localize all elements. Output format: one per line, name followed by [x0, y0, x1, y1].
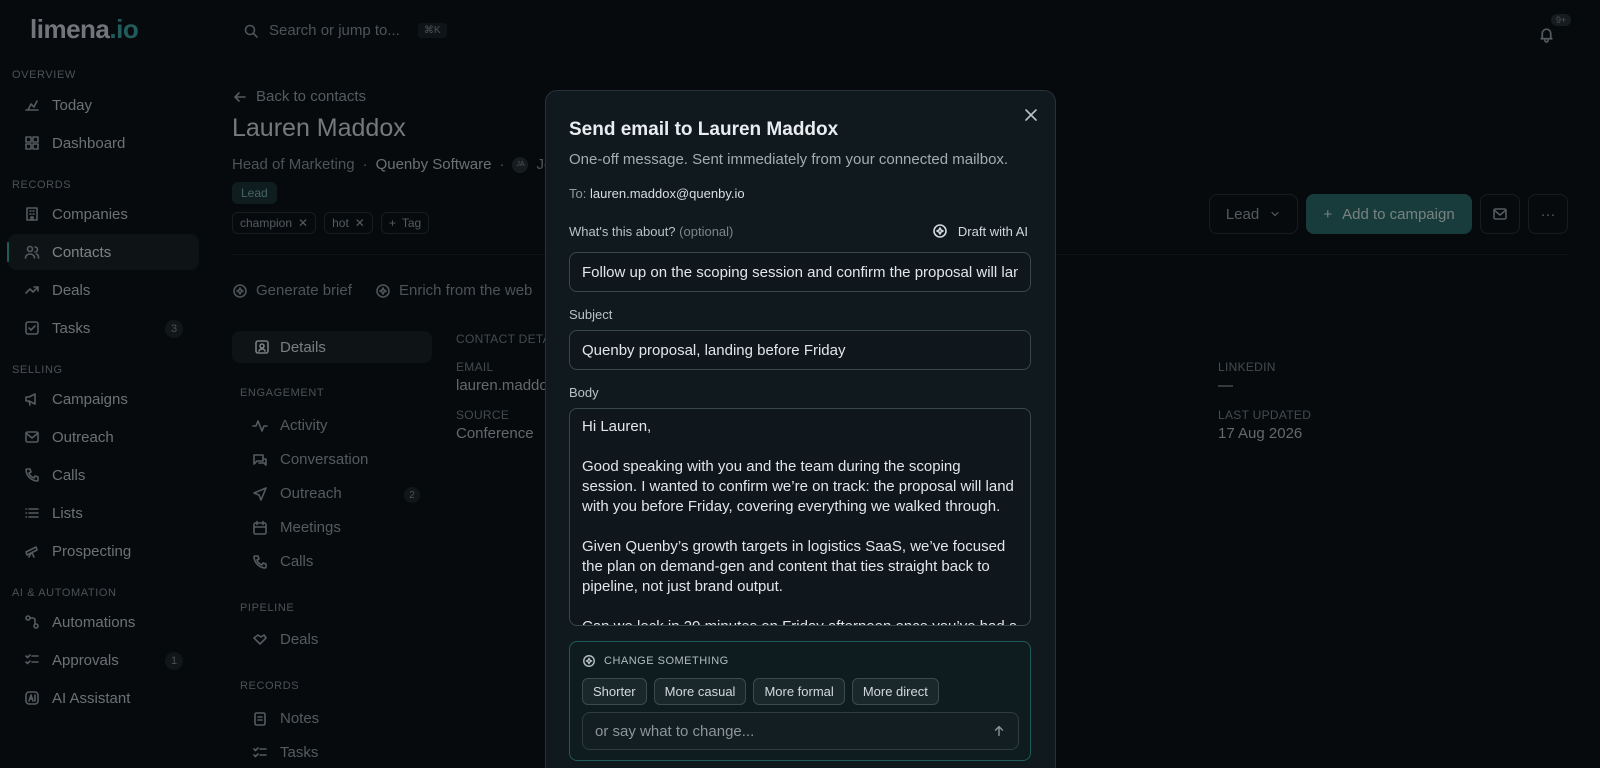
subject-label: Subject — [569, 307, 613, 322]
sparkle-icon — [582, 654, 596, 668]
body-textarea[interactable]: Hi Lauren, Good speaking with you and th… — [569, 408, 1031, 626]
chip-more-direct[interactable]: More direct — [851, 678, 939, 705]
close-icon[interactable] — [1023, 107, 1039, 123]
chip-shorter[interactable]: Shorter — [582, 678, 647, 705]
chip-more-casual[interactable]: More casual — [653, 678, 747, 705]
optional-hint: (optional) — [679, 224, 734, 239]
modal-title: Send email to Lauren Maddox — [569, 119, 839, 140]
change-something-panel: CHANGE SOMETHING Shorter More casual Mor… — [569, 641, 1031, 761]
arrow-up-icon[interactable] — [992, 724, 1006, 738]
about-input[interactable] — [569, 252, 1031, 292]
body-label: Body — [569, 385, 599, 400]
about-label: What's this about? (optional) — [569, 224, 733, 239]
rewrite-chips: Shorter More casual More formal More dir… — [582, 678, 939, 705]
about-label-text: What's this about? — [569, 224, 676, 239]
recipient-email: lauren.maddox@quenby.io — [589, 186, 745, 201]
modal-subtitle: One-off message. Sent immediately from y… — [569, 151, 1009, 168]
change-title: CHANGE SOMETHING — [604, 655, 729, 667]
sparkle-icon — [932, 223, 948, 239]
draft-label: Draft with AI — [957, 223, 1028, 239]
send-email-modal: Send email to Lauren Maddox One-off mess… — [545, 90, 1056, 768]
change-something-header: CHANGE SOMETHING — [582, 654, 729, 668]
chip-more-formal[interactable]: More formal — [753, 678, 845, 705]
recipient-line: To: lauren.maddox@quenby.io — [569, 186, 745, 201]
to-label: To: — [569, 186, 587, 201]
draft-with-ai-button[interactable]: Draft with AI — [932, 223, 1028, 239]
change-instruction-input[interactable]: or say what to change... — [582, 712, 1019, 750]
subject-input[interactable] — [569, 330, 1031, 370]
change-placeholder: or say what to change... — [595, 722, 755, 740]
